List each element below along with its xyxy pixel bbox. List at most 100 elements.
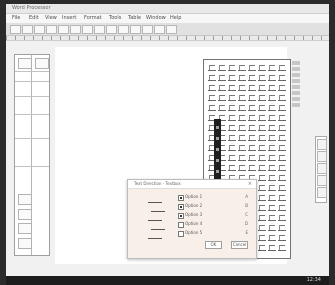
- glyph: [278, 114, 286, 121]
- tool-button[interactable]: [317, 151, 327, 162]
- glyph: [258, 104, 266, 111]
- glyph: [238, 134, 246, 141]
- checkbox[interactable]: [178, 213, 184, 219]
- left-panel-cell[interactable]: [18, 223, 32, 234]
- glyph: [268, 154, 276, 161]
- menu-view[interactable]: View: [45, 15, 57, 21]
- text-direction-button[interactable]: [166, 25, 177, 34]
- menu-table[interactable]: Table: [128, 15, 141, 21]
- checkbox[interactable]: [178, 231, 184, 237]
- left-column-2: [32, 55, 48, 255]
- glyph: [238, 124, 246, 131]
- glyph: [278, 244, 286, 251]
- glyph: [258, 194, 266, 201]
- glyph: [258, 184, 266, 191]
- checkbox[interactable]: [178, 204, 184, 210]
- glyph: [278, 134, 286, 141]
- checkbox[interactable]: [178, 222, 184, 228]
- panel-divider: [15, 114, 49, 115]
- glyph: [248, 64, 256, 71]
- glyph: [228, 84, 236, 91]
- left-panel-cell[interactable]: [18, 209, 32, 220]
- glyph: [238, 114, 246, 121]
- paste-button[interactable]: [82, 25, 93, 34]
- glyph: [278, 224, 286, 231]
- toolbar: [6, 23, 329, 36]
- glyph: [218, 94, 226, 101]
- option-value: A: [245, 194, 248, 199]
- tool-button[interactable]: [317, 187, 327, 198]
- panel-divider: [15, 138, 49, 139]
- glyph: [228, 144, 236, 151]
- panel-divider: [15, 71, 49, 72]
- new-button[interactable]: [10, 25, 21, 34]
- glyph: [268, 84, 276, 91]
- header-mark: [292, 91, 300, 95]
- dialog-title: Text Direction - Textbox: [134, 181, 181, 186]
- undo-button[interactable]: [94, 25, 105, 34]
- glyph: [278, 74, 286, 81]
- glyph: [258, 84, 266, 91]
- underline-button[interactable]: [142, 25, 153, 34]
- menu-insert[interactable]: Insert: [62, 15, 76, 21]
- glyph: [248, 94, 256, 101]
- header-mark: [292, 103, 300, 107]
- left-panel-cell[interactable]: [18, 194, 32, 205]
- glyph: [228, 74, 236, 81]
- option-label: Option 1: [185, 194, 203, 199]
- option-row[interactable]: Option 1 A: [178, 194, 248, 201]
- document-page: Text Direction - Textbox × Option 1 A Op…: [55, 47, 300, 264]
- glyph: [268, 194, 276, 201]
- option-label: Option 4: [185, 221, 203, 226]
- menu-help[interactable]: Help: [170, 15, 181, 21]
- option-row[interactable]: Option 3 C: [178, 212, 248, 219]
- italic-button[interactable]: [130, 25, 141, 34]
- align-button[interactable]: [154, 25, 165, 34]
- menu-file[interactable]: File: [12, 15, 20, 21]
- strip-mark: [216, 170, 219, 173]
- glyph: [268, 214, 276, 221]
- left-panel-cell[interactable]: [35, 58, 49, 69]
- print-button[interactable]: [46, 25, 57, 34]
- close-icon[interactable]: ×: [248, 181, 252, 187]
- tool-button[interactable]: [317, 163, 327, 174]
- left-panel-cell[interactable]: [18, 238, 32, 249]
- menu-format[interactable]: Format: [84, 15, 102, 21]
- open-button[interactable]: [22, 25, 33, 34]
- option-row[interactable]: Option 4 D: [178, 221, 248, 228]
- left-side-panel: [14, 54, 50, 256]
- bold-button[interactable]: [118, 25, 129, 34]
- option-row[interactable]: Option 2 B: [178, 203, 248, 210]
- preview-line: [148, 216, 162, 221]
- glyph: [208, 94, 216, 101]
- taskbar: 12:34: [6, 276, 329, 285]
- left-panel-cell[interactable]: [18, 58, 32, 69]
- glyph: [278, 214, 286, 221]
- redo-button[interactable]: [106, 25, 117, 34]
- horizontal-ruler: [6, 36, 329, 41]
- tool-button[interactable]: [317, 175, 327, 186]
- dialog-title-bar: Text Direction - Textbox ×: [128, 180, 256, 189]
- glyph: [248, 134, 256, 141]
- glyph: [278, 174, 286, 181]
- glyph: [258, 204, 266, 211]
- strip-mark: [216, 159, 219, 162]
- tool-button[interactable]: [317, 139, 327, 150]
- checkbox[interactable]: [178, 195, 184, 201]
- ruler-marks: [6, 36, 329, 40]
- menu-window[interactable]: Window: [146, 15, 166, 21]
- glyph: [238, 164, 246, 171]
- glyph: [228, 134, 236, 141]
- ok-button[interactable]: OK: [204, 241, 222, 249]
- glyph: [258, 214, 266, 221]
- cut-button[interactable]: [58, 25, 69, 34]
- glyph: [268, 74, 276, 81]
- cancel-button[interactable]: Cancel: [231, 241, 248, 249]
- save-button[interactable]: [34, 25, 45, 34]
- menu-tools[interactable]: Tools: [109, 15, 121, 21]
- glyph: [258, 134, 266, 141]
- glyph: [268, 64, 276, 71]
- menu-edit[interactable]: Edit: [29, 15, 39, 21]
- copy-button[interactable]: [70, 25, 81, 34]
- glyph: [248, 114, 256, 121]
